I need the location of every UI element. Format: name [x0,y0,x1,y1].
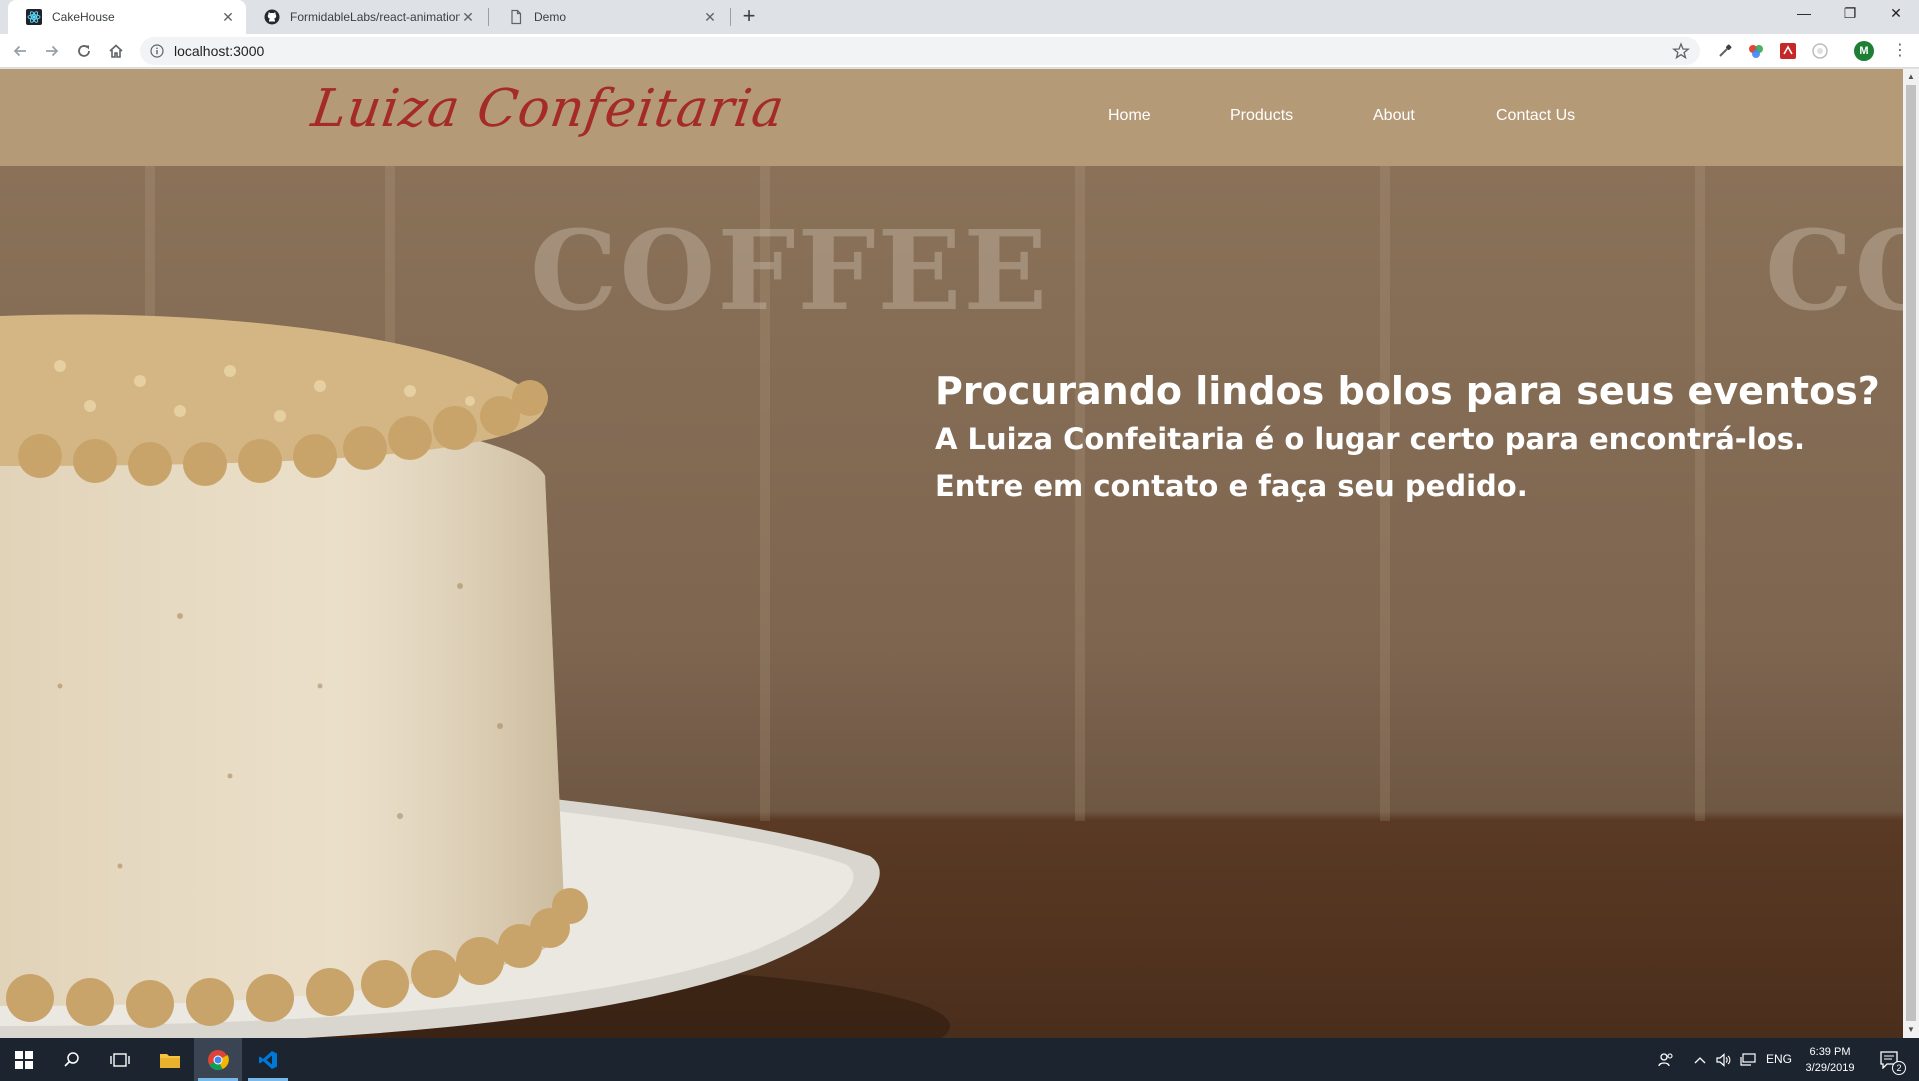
hero-subheading-line1: A Luiza Confeitaria é o lugar certo para… [935,422,1805,456]
url-text: localhost:3000 [174,43,265,59]
eyedropper-extension-icon[interactable] [1715,41,1735,61]
clock-time: 6:39 PM [1809,1046,1851,1058]
chrome-taskbar-button[interactable] [194,1038,242,1081]
network-button[interactable] [1736,1038,1760,1081]
start-button[interactable] [0,1038,48,1081]
people-icon [1658,1052,1673,1066]
hero-subheading-line2: Entre em contato e faça seu pedido. [935,469,1528,503]
tab-title: Demo [534,10,567,24]
tab-strip: CakeHouse ✕ FormidableLabs/react-animati… [0,0,1919,34]
tab-cakehouse[interactable]: CakeHouse ✕ [8,0,246,34]
browser-toolbar: localhost:3000 M ⋮ [0,34,1919,68]
minimize-button[interactable]: — [1781,0,1827,28]
task-view-icon [110,1052,130,1067]
vscode-icon [259,1050,277,1069]
chrome-icon [208,1049,229,1070]
hero-section: COFFEE COFFEE [0,166,1903,1038]
color-picker-extension-icon[interactable] [1746,41,1766,61]
new-tab-button[interactable]: + [737,5,761,29]
page-scrollbar[interactable]: ▲ ▼ [1903,69,1919,1038]
tab-separator [488,8,489,26]
network-icon [1740,1052,1756,1066]
close-tab-icon[interactable]: ✕ [702,9,718,25]
folder-icon [160,1053,180,1068]
page-viewport: Luiza Confeitaria Home Products About Co… [0,69,1903,1038]
tab-demo[interactable]: Demo ✕ [490,0,728,34]
forward-button[interactable] [40,39,64,63]
extension-icon[interactable] [1810,41,1830,61]
nav-link-home[interactable]: Home [1108,107,1151,125]
nav-link-products[interactable]: Products [1230,107,1293,125]
reload-icon [78,45,90,57]
reload-button[interactable] [72,39,96,63]
restore-button[interactable]: ❐ [1827,0,1873,28]
language-indicator[interactable]: ENG [1766,1052,1792,1066]
tab-separator [730,8,731,26]
back-arrow-icon [13,45,26,57]
back-button[interactable] [8,39,32,63]
file-explorer-taskbar-button[interactable] [146,1038,194,1081]
browser-menu-button[interactable]: ⋮ [1890,40,1910,62]
scrollbar-thumb[interactable] [1906,85,1916,1021]
cake-photo [0,314,950,1038]
search-icon [64,1051,79,1067]
vscode-taskbar-button[interactable] [244,1038,292,1081]
site-header: Luiza Confeitaria Home Products About Co… [0,69,1903,166]
home-icon [109,44,123,58]
hero-heading: Procurando lindos bolos para seus evento… [935,369,1880,413]
system-clock[interactable]: 6:39 PM 3/29/2019 [1800,1044,1860,1076]
nav-link-about[interactable]: About [1373,107,1415,125]
react-icon [26,9,42,25]
chevron-up-icon [1694,1056,1706,1063]
action-center-button[interactable]: 2 [1868,1038,1912,1081]
pdf-extension-icon[interactable] [1778,41,1798,61]
forward-arrow-icon [46,45,59,57]
tab-github[interactable]: FormidableLabs/react-animation ✕ [246,0,486,34]
hero-text-block: Procurando lindos bolos para seus evento… [935,366,1880,510]
info-icon [150,44,164,58]
home-button[interactable] [104,39,128,63]
volume-button[interactable] [1712,1038,1736,1081]
address-bar[interactable]: localhost:3000 [140,37,1700,65]
scroll-down-arrow-icon[interactable]: ▼ [1903,1022,1919,1038]
bookmark-star-icon [1672,42,1690,60]
page-icon [508,9,524,25]
notification-count-badge: 2 [1892,1061,1906,1075]
show-hidden-icons-button[interactable] [1688,1038,1712,1081]
people-button[interactable] [1648,1038,1684,1081]
github-icon [264,9,280,25]
site-logo[interactable]: Luiza Confeitaria [308,79,789,139]
tab-title: FormidableLabs/react-animation [290,10,460,24]
clock-date: 3/29/2019 [1805,1062,1855,1074]
tab-title: CakeHouse [52,10,115,24]
windows-taskbar: ENG 6:39 PM 3/29/2019 2 [0,1038,1919,1081]
profile-avatar[interactable]: M [1854,41,1874,61]
windows-logo-icon [15,1050,33,1069]
close-tab-icon[interactable]: ✕ [460,9,476,25]
task-view-button[interactable] [96,1038,144,1081]
speaker-icon [1716,1052,1731,1067]
scroll-up-arrow-icon[interactable]: ▲ [1903,69,1919,85]
nav-link-contact-us[interactable]: Contact Us [1496,107,1575,125]
close-window-button[interactable]: ✕ [1873,0,1919,28]
search-button[interactable] [48,1038,96,1081]
close-tab-icon[interactable]: ✕ [220,9,236,25]
